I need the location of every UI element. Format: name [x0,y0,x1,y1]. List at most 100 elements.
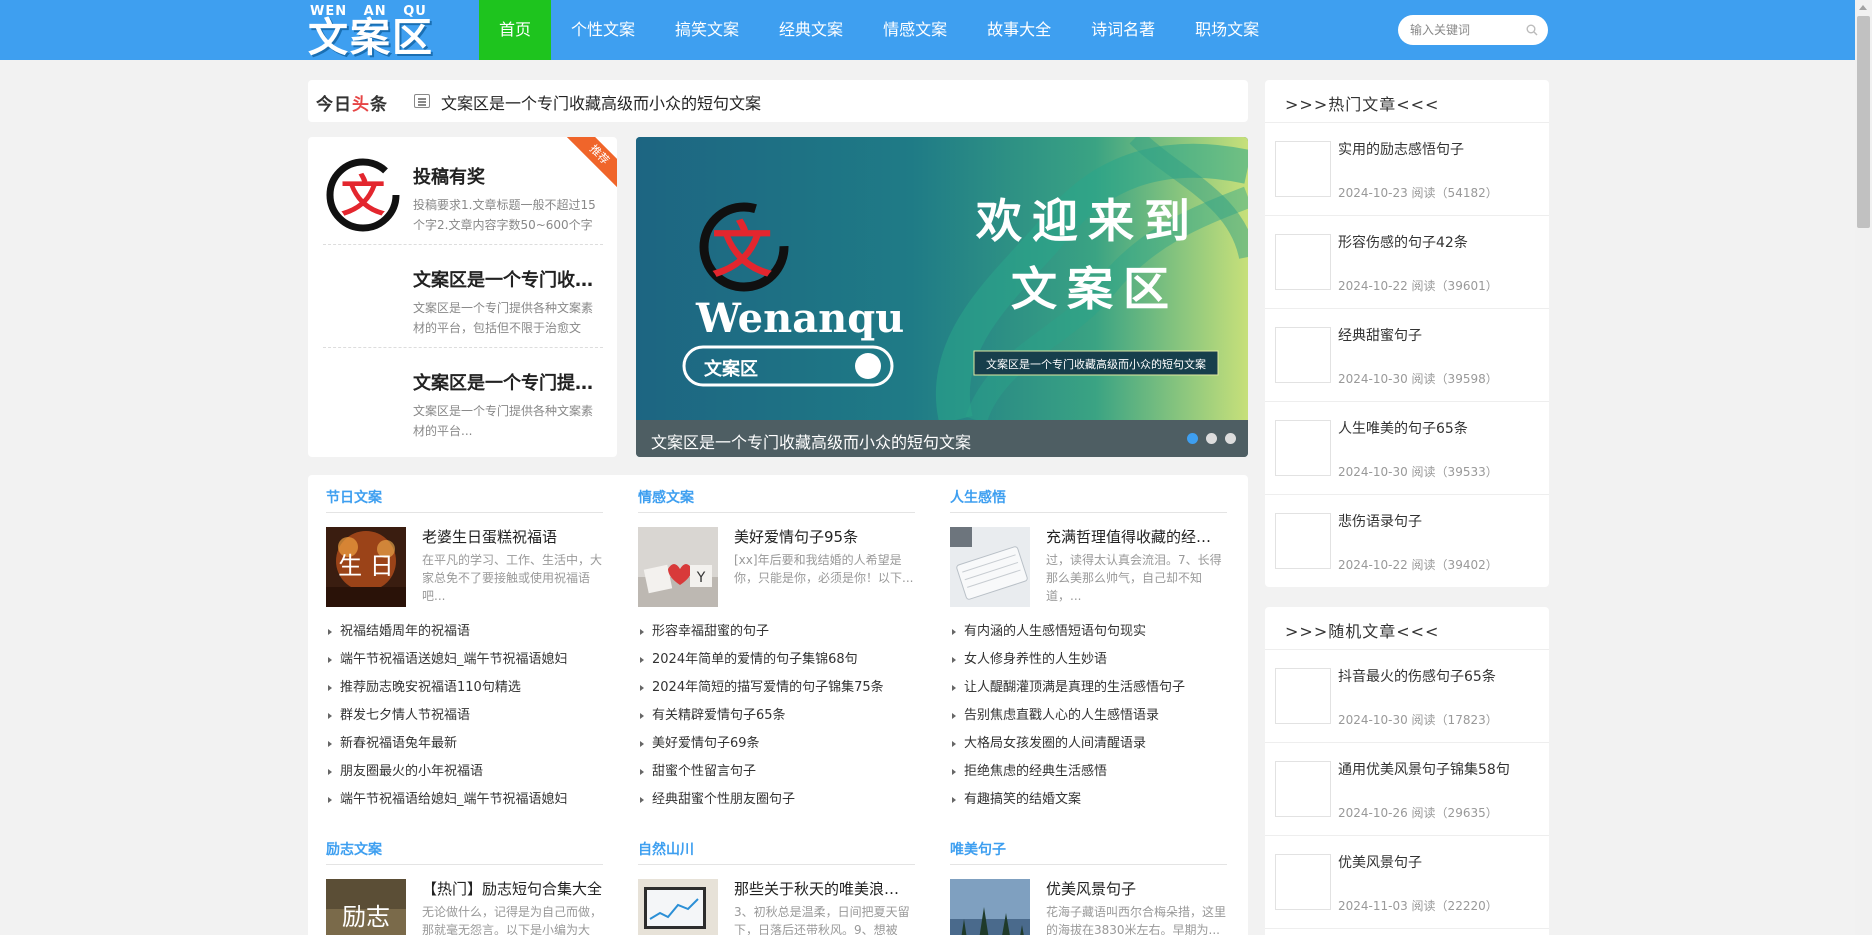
hot-article[interactable]: 经典甜蜜句子 2024-10-30 阅读（39598） [1265,309,1549,402]
article-list: 有内涵的人生感悟短语句句现实 女人修身养性的人生妙语 让人醍醐灌顶满是真理的生活… [950,618,1227,814]
recommend-title: 投稿有奖 [413,167,485,188]
list-item[interactable]: 告别焦虑直戳人心的人生感悟语录 [950,702,1227,730]
section-title[interactable]: 人生感悟 [950,487,1006,507]
list-item[interactable]: 有趣搞笑的结婚文案 [950,786,1227,814]
feature-image[interactable]: Y [638,527,718,607]
article-list: 祝福结婚周年的祝福语 端午节祝福语送媳妇_端午节祝福语媳妇 推荐励志晚安祝福语1… [326,618,603,814]
carousel-dot[interactable] [1225,433,1236,444]
random-article[interactable]: 通用优美风景句子锦集58句 2024-10-26 阅读（29635） [1265,743,1549,836]
banner-tagline: 文案区是一个专门收藏高级而小众的短句文案 [986,357,1206,371]
list-item[interactable]: 端午节祝福语送媳妇_端午节祝福语媳妇 [326,646,603,674]
recommend-card: 推荐 文 投稿有奖 投稿要求1.文章标题一般不超过15个字2.文章内容字数50~… [308,137,617,457]
scrollbar-thumb[interactable] [1857,16,1870,228]
nav-funny[interactable]: 搞笑文案 [655,0,759,60]
feature-title[interactable]: 【热门】励志短句合集大全 [422,878,602,899]
recommend-item[interactable]: 文案区是一个专门收藏高级而小众的短句文案 文案区是一个专门提供各种文案素材的平台… [323,250,603,350]
nav-workplace[interactable]: 职场文案 [1175,0,1279,60]
hot-article[interactable]: 人生唯美的句子65条 2024-10-30 阅读（39533） [1265,402,1549,495]
list-item[interactable]: 朋友圈最火的小年祝福语 [326,758,603,786]
feature-image[interactable]: 生 日 [326,527,406,607]
panel-header: >>>热门文章<<< [1265,80,1549,123]
list-item[interactable]: 群发七夕情人节祝福语 [326,702,603,730]
feature-image[interactable] [950,527,1030,607]
nav-stories[interactable]: 故事大全 [967,0,1071,60]
list-item[interactable]: 2024年简短的描写爱情的句子锦集75条 [638,674,915,702]
random-article[interactable]: 优美风景句子 2024-11-03 阅读（22220） [1265,836,1549,929]
list-item[interactable]: 新春祝福语兔年最新 [326,730,603,758]
nav-poetry[interactable]: 诗词名著 [1071,0,1175,60]
feature-title[interactable]: 充满哲理值得收藏的经典语录 [1046,526,1226,547]
list-item[interactable]: 祝福结婚周年的祝福语 [326,618,603,646]
feature-image[interactable] [950,879,1030,935]
carousel-dot[interactable] [1206,433,1217,444]
article-title: 优美风景句子 [1338,855,1422,871]
panel-title: >>>热门文章<<< [1285,95,1440,114]
nav-emotion[interactable]: 情感文案 [863,0,967,60]
recommend-desc: 文案区是一个专门提供各种文案素材的平台... [413,404,594,438]
article-title: 人生唯美的句子65条 [1338,421,1468,437]
ticker-headline[interactable]: 文案区是一个专门收藏高级而小众的短句文案 [441,90,761,114]
section-title[interactable]: 励志文案 [326,839,382,859]
recommend-title: 文案区是一个专门收藏高级而小众的短句文案 [413,270,603,291]
list-item[interactable]: 拒绝焦虑的经典生活感悟 [950,758,1227,786]
feature-image-text: 生 日 [338,552,394,580]
list-item[interactable]: 2024年简单的爱情的句子集锦68句 [638,646,915,674]
list-item[interactable]: 让人醍醐灌顶满是真理的生活感悟句子 [950,674,1227,702]
thumbnail [1275,668,1331,724]
section-title[interactable]: 节日文案 [326,487,382,507]
wen-seal-icon: 文 [326,158,400,232]
svg-text:文: 文 [712,216,772,286]
section-title[interactable]: 情感文案 [638,487,694,507]
list-item[interactable]: 经典甜蜜个性朋友圈句子 [638,786,915,814]
list-item[interactable]: 形容幸福甜蜜的句子 [638,618,915,646]
recommend-item[interactable]: 文 投稿有奖 投稿要求1.文章标题一般不超过15个字2.文章内容字数50~600… [323,147,603,247]
recommend-item[interactable]: 文案区是一个专门提供各种文案素材的平台 文案区是一个专门提供各种文案素材的平台.… [323,353,603,453]
feature-image[interactable] [638,879,718,935]
feature-image[interactable]: 励志 [326,879,406,935]
divider [323,347,603,348]
section-title[interactable]: 自然山川 [638,839,694,859]
list-item[interactable]: 端午节祝福语给媳妇_端午节祝福语媳妇 [326,786,603,814]
divider [950,512,1227,513]
list-item[interactable]: 大格局女孩发圈的人间清醒语录 [950,730,1227,758]
random-article[interactable]: 抖音最火的伤感句子65条 2024-10-30 阅读（17823） [1265,650,1549,743]
site-logo[interactable]: WEN AN QU 文案区 [308,4,450,58]
page-scrollbar[interactable] [1855,0,1872,935]
badge-part-c: 条 [370,95,388,115]
feature-title[interactable]: 美好爱情句子95条 [734,526,914,547]
article-meta: 2024-10-26 阅读（29635） [1338,806,1498,820]
feature-desc: 在平凡的学习、工作、生活中，大家总免不了要接触或使用祝福语吧... [422,553,602,603]
search-input[interactable] [1398,15,1514,45]
article-meta: 2024-11-03 阅读（22220） [1338,899,1498,913]
site-header: WEN AN QU 文案区 首页 个性文案 搞笑文案 经典文案 情感文案 故事大… [0,0,1872,60]
section-title[interactable]: 唯美句子 [950,839,1006,859]
divider [638,512,915,513]
article-meta: 2024-10-30 阅读（39598） [1338,372,1498,386]
article-title: 形容伤感的句子42条 [1338,235,1468,251]
nav-home[interactable]: 首页 [479,0,552,60]
list-item[interactable]: 有关精辟爱情句子65条 [638,702,915,730]
nav-classic[interactable]: 经典文案 [759,0,863,60]
list-item[interactable]: 有内涵的人生感悟短语句句现实 [950,618,1227,646]
news-icon [414,94,430,108]
list-item[interactable]: 甜蜜个性留言句子 [638,758,915,786]
hero-carousel[interactable]: 文 Wenanqu 文案区 欢迎来到 文案区 文案区是一个专门收藏高级而小众的短… [636,137,1248,457]
feature-title[interactable]: 优美风景句子 [1046,878,1226,899]
feature-title[interactable]: 老婆生日蛋糕祝福语 [422,526,602,547]
nav-personal[interactable]: 个性文案 [551,0,655,60]
hot-article[interactable]: 实用的励志感悟句子 2024-10-23 阅读（54182） [1265,123,1549,216]
thumbnail [1275,420,1331,476]
toutiao-badge: 今日头条 [316,90,388,115]
list-item[interactable]: 推荐励志晚安祝福语110句精选 [326,674,603,702]
hot-article[interactable]: 悲伤语录句子 2024-10-22 阅读（39402） [1265,495,1549,588]
random-articles-panel: >>>随机文章<<< 抖音最火的伤感句子65条 2024-10-30 阅读（17… [1265,607,1549,935]
search-icon[interactable] [1526,24,1538,36]
scroll-up-icon[interactable] [1859,5,1867,10]
feature-title[interactable]: 那些关于秋天的唯美浪漫句子 [734,878,914,899]
banner-welcome-line2: 文案区 [1011,262,1179,316]
hot-article[interactable]: 形容伤感的句子42条 2024-10-22 阅读（39601） [1265,216,1549,309]
list-item[interactable]: 女人修身养性的人生妙语 [950,646,1227,674]
list-item[interactable]: 美好爱情句子69条 [638,730,915,758]
carousel-dot[interactable] [1187,433,1198,444]
thumbnail [1275,327,1331,383]
